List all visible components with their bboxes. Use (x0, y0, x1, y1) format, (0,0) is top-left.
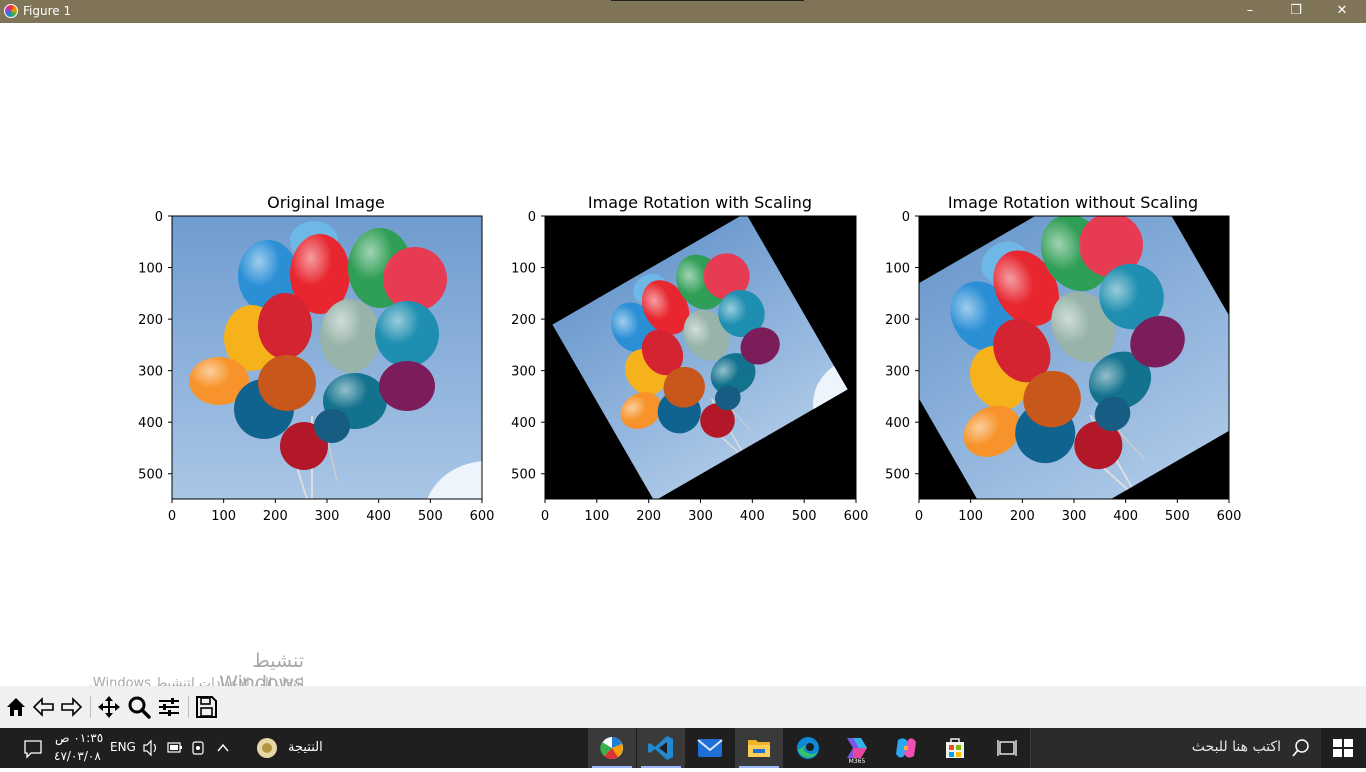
x-tick-label: 200 (636, 509, 661, 524)
y-tick-label: 0 (155, 210, 163, 225)
widget-label[interactable]: النتيجة (288, 740, 323, 755)
y-tick-label: 100 (511, 262, 536, 277)
save-icon[interactable] (193, 694, 219, 720)
widget-icon[interactable] (255, 728, 279, 768)
x-tick-label: 400 (740, 509, 765, 524)
window-title: Figure 1 (23, 4, 72, 18)
subplot-title: Image Rotation with Scaling (588, 193, 812, 212)
taskbar-app-matplotlib[interactable] (588, 728, 636, 768)
taskbar-app-file-explorer[interactable] (735, 728, 783, 768)
window-titlebar[interactable]: Figure 1 – ❐ ✕ (0, 0, 1366, 23)
y-tick-label: 200 (138, 313, 163, 328)
x-tick-label: 400 (366, 509, 391, 524)
windows-start-icon[interactable] (1320, 728, 1366, 768)
taskbar-app-mail[interactable] (686, 728, 734, 768)
y-tick-label: 300 (885, 365, 910, 380)
x-tick-label: 100 (584, 509, 609, 524)
x-tick-label: 0 (168, 509, 176, 524)
notification-icon[interactable] (20, 728, 46, 768)
subplot-original: Original Image (171, 193, 483, 500)
battery-icon[interactable] (166, 728, 184, 768)
rotated-unscaled-image (919, 216, 1229, 499)
subplot-title: Image Rotation without Scaling (948, 193, 1198, 212)
subplot-title: Original Image (267, 193, 385, 212)
matplotlib-toolbar (0, 686, 1366, 728)
windows-taskbar: ٠١:٣٥ ص ٤٧/٠٣/٠٨ ENG النتيجة M365 اكتب ه… (0, 728, 1366, 768)
titlebar-divider (611, 0, 804, 1)
figure-svg: Original Image Image Rotation with Scali… (138, 193, 1242, 524)
toolbar-separator (90, 696, 91, 718)
maximize-button[interactable]: ❐ (1273, 0, 1319, 23)
taskbar-app-copilot[interactable] (882, 728, 930, 768)
y-tick-label: 100 (885, 262, 910, 277)
clock-time[interactable]: ٠١:٣٥ ص (55, 731, 103, 745)
home-icon[interactable] (3, 694, 29, 720)
y-tick-label: 500 (138, 468, 163, 483)
chevron-up-icon[interactable] (214, 728, 232, 768)
x-tick-label: 600 (1217, 509, 1242, 524)
rotated-scaled-image (545, 216, 856, 499)
y-tick-label: 400 (138, 416, 163, 431)
forward-icon[interactable] (58, 694, 84, 720)
svg-text:M365: M365 (849, 758, 866, 765)
volume-icon[interactable] (142, 728, 160, 768)
y-tick-label: 400 (511, 416, 536, 431)
x-tick-label: 400 (1113, 509, 1138, 524)
x-tick-label: 600 (470, 509, 495, 524)
x-tick-label: 500 (792, 509, 817, 524)
y-tick-label: 0 (902, 210, 910, 225)
subplot-rotation-unscaled: Image Rotation without Scaling (918, 193, 1230, 500)
taskbar-app-m365[interactable]: M365 (833, 728, 881, 768)
configure-subplots-icon[interactable] (156, 694, 182, 720)
y-tick-label: 200 (511, 313, 536, 328)
y-tick-label: 400 (885, 416, 910, 431)
x-tick-label: 300 (1062, 509, 1087, 524)
figure-canvas[interactable]: Original Image Image Rotation with Scali… (0, 23, 1366, 686)
y-tick-label: 200 (885, 313, 910, 328)
x-tick-label: 200 (1010, 509, 1035, 524)
x-tick-label: 300 (688, 509, 713, 524)
pan-icon[interactable] (96, 694, 122, 720)
x-tick-label: 500 (418, 509, 443, 524)
taskbar-app-vscode[interactable] (637, 728, 685, 768)
x-tick-label: 100 (958, 509, 983, 524)
x-tick-label: 0 (541, 509, 549, 524)
toolbar-separator (188, 696, 189, 718)
y-tick-label: 300 (511, 365, 536, 380)
x-tick-label: 100 (211, 509, 236, 524)
zoom-icon[interactable] (126, 694, 152, 720)
subplot-rotation-scaled: Image Rotation with Scaling (544, 193, 857, 500)
original-image (172, 216, 482, 499)
clock-date[interactable]: ٤٧/٠٣/٠٨ (54, 749, 101, 763)
y-tick-label: 100 (138, 262, 163, 277)
y-tick-label: 0 (528, 210, 536, 225)
taskbar-app-store[interactable] (931, 728, 979, 768)
close-button[interactable]: ✕ (1319, 0, 1365, 23)
x-tick-label: 600 (844, 509, 869, 524)
task-view-icon[interactable] (992, 728, 1022, 768)
y-tick-label: 500 (511, 468, 536, 483)
y-tick-label: 500 (885, 468, 910, 483)
camera-icon[interactable] (190, 728, 208, 768)
taskbar-app-edge[interactable] (784, 728, 832, 768)
x-tick-label: 200 (263, 509, 288, 524)
x-tick-label: 0 (915, 509, 923, 524)
x-tick-label: 300 (315, 509, 340, 524)
back-icon[interactable] (31, 694, 57, 720)
search-placeholder: اكتب هنا للبحث (1191, 739, 1281, 755)
y-tick-label: 300 (138, 365, 163, 380)
taskbar-search[interactable]: اكتب هنا للبحث (1030, 728, 1321, 768)
x-tick-label: 500 (1165, 509, 1190, 524)
search-icon (1292, 739, 1309, 757)
minimize-button[interactable]: – (1227, 0, 1273, 23)
language-indicator[interactable]: ENG (110, 740, 136, 754)
matplotlib-app-icon (4, 4, 18, 18)
